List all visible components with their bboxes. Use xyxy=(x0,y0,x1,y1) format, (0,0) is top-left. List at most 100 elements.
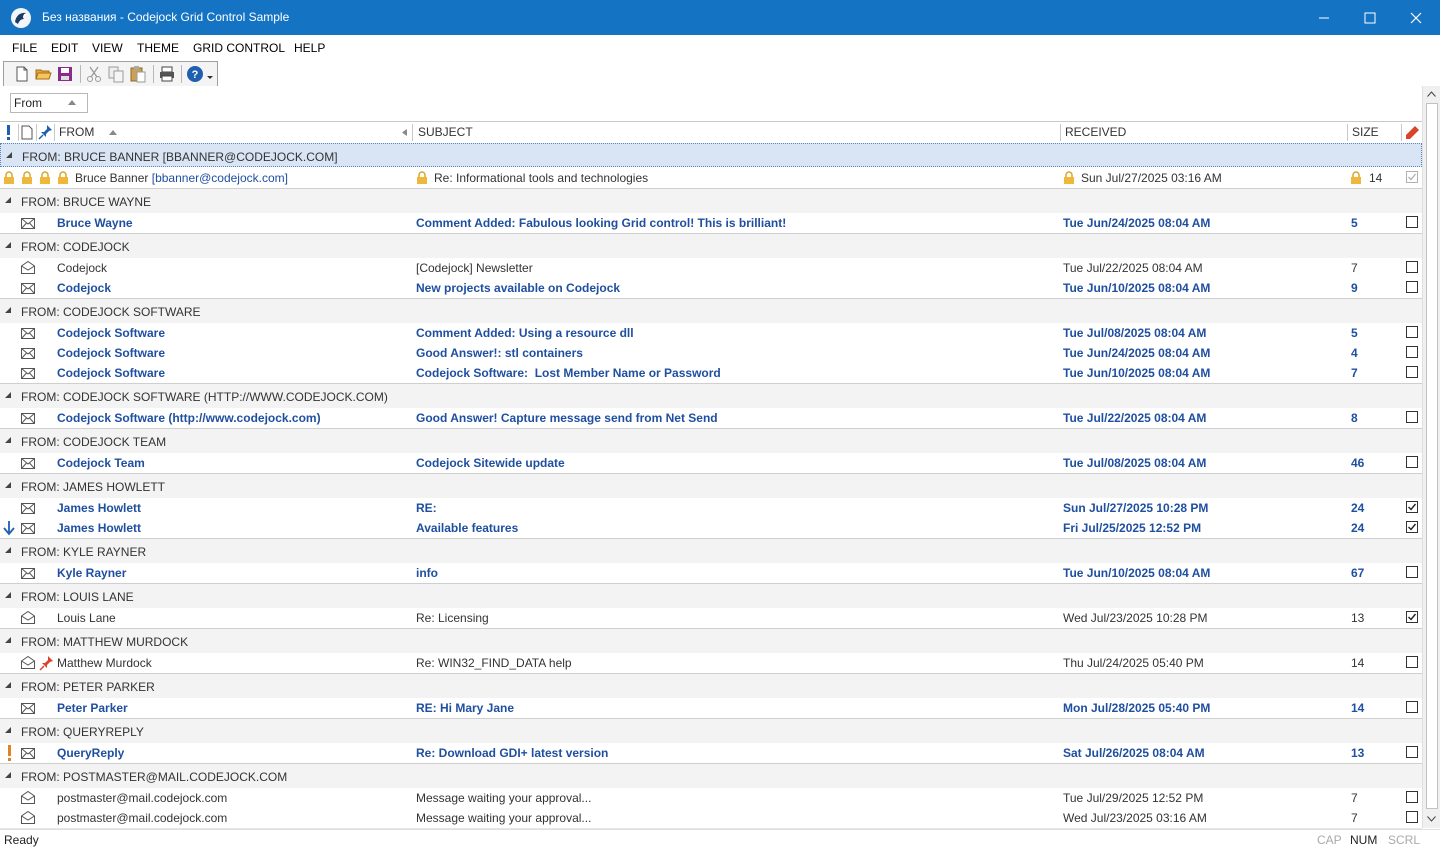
minimize-button[interactable] xyxy=(1301,0,1347,35)
email-link[interactable]: [bbanner@codejock.com] xyxy=(152,171,288,185)
checkbox[interactable] xyxy=(1406,216,1418,228)
table-row[interactable]: Matthew Murdock Re: WIN32_FIND_DATA help… xyxy=(0,653,1422,674)
table-row[interactable]: Codejock Software Good Answer!: stl cont… xyxy=(0,343,1422,364)
checkbox[interactable] xyxy=(1406,261,1418,273)
group-row[interactable]: FROM: CODEJOCK SOFTWARE xyxy=(0,298,1422,323)
group-row[interactable]: FROM: LOUIS LANE xyxy=(0,583,1422,608)
scroll-down-icon[interactable] xyxy=(1427,816,1436,822)
header-icon[interactable] xyxy=(18,122,36,143)
checkbox[interactable] xyxy=(1406,701,1418,713)
group-row[interactable]: FROM: BRUCE BANNER [BBANNER@CODEJOCK.COM… xyxy=(0,143,1422,167)
cell-from[interactable]: postmaster@mail.codejock.com xyxy=(57,811,227,825)
close-button[interactable] xyxy=(1393,0,1439,35)
collapse-icon[interactable] xyxy=(5,307,12,314)
menu-file[interactable]: FILE xyxy=(12,41,37,55)
menu-edit[interactable]: EDIT xyxy=(51,41,78,55)
collapse-icon[interactable] xyxy=(6,152,13,159)
group-row[interactable]: FROM: MATTHEW MURDOCK xyxy=(0,628,1422,653)
header-size[interactable]: SIZE xyxy=(1347,122,1401,143)
collapse-icon[interactable] xyxy=(5,197,12,204)
table-row[interactable]: Codejock [Codejock] Newsletter Tue Jul/2… xyxy=(0,258,1422,279)
table-row[interactable]: Codejock Software Comment Added: Using a… xyxy=(0,323,1422,344)
group-label: FROM: CODEJOCK SOFTWARE xyxy=(21,305,201,319)
copy-icon[interactable] xyxy=(107,65,125,83)
collapse-icon[interactable] xyxy=(5,437,12,444)
checkbox-checked-disabled[interactable] xyxy=(1406,171,1418,183)
menu-theme[interactable]: THEME xyxy=(137,41,179,55)
open-folder-icon[interactable] xyxy=(34,65,52,83)
menu-help[interactable]: HELP xyxy=(294,41,325,55)
collapse-icon[interactable] xyxy=(5,772,12,779)
group-row[interactable]: FROM: JAMES HOWLETT xyxy=(0,473,1422,498)
checkbox-checked[interactable] xyxy=(1406,611,1418,623)
table-row[interactable]: James Howlett Available features Fri Jul… xyxy=(0,518,1422,539)
checkbox[interactable] xyxy=(1406,656,1418,668)
table-row[interactable]: postmaster@mail.codejock.com Message wai… xyxy=(0,808,1422,829)
collapse-icon[interactable] xyxy=(5,592,12,599)
mail-unread-icon xyxy=(21,283,35,294)
group-by-chip-from[interactable]: From xyxy=(10,93,88,113)
scroll-up-icon[interactable] xyxy=(1427,91,1436,97)
group-row[interactable]: FROM: POSTMASTER@MAIL.CODEJOCK.COM xyxy=(0,763,1422,788)
table-row[interactable]: Bruce Wayne Comment Added: Fabulous look… xyxy=(0,213,1422,234)
group-row[interactable]: FROM: BRUCE WAYNE xyxy=(0,188,1422,213)
group-row[interactable]: FROM: QUERYREPLY xyxy=(0,718,1422,743)
save-icon[interactable] xyxy=(56,65,74,83)
checkbox[interactable] xyxy=(1406,566,1418,578)
table-row[interactable]: QueryReply Re: Download GDI+ latest vers… xyxy=(0,743,1422,764)
help-icon[interactable]: ? xyxy=(186,65,204,83)
header-flag[interactable] xyxy=(1401,122,1422,143)
header-subject[interactable]: SUBJECT xyxy=(413,122,1059,143)
checkbox[interactable] xyxy=(1406,811,1418,823)
header-importance[interactable] xyxy=(0,122,18,143)
table-row[interactable]: Peter Parker RE: Hi Mary Jane Mon Jul/28… xyxy=(0,698,1422,719)
collapse-icon[interactable] xyxy=(5,727,12,734)
table-row[interactable]: Louis Lane Re: Licensing Wed Jul/23/2025… xyxy=(0,608,1422,629)
collapse-icon[interactable] xyxy=(5,392,12,399)
table-row[interactable]: postmaster@mail.codejock.com Message wai… xyxy=(0,788,1422,809)
checkbox[interactable] xyxy=(1406,411,1418,423)
checkbox[interactable] xyxy=(1406,791,1418,803)
table-row[interactable]: Codejock New projects available on Codej… xyxy=(0,278,1422,299)
table-row[interactable]: Codejock Software (http://www.codejock.c… xyxy=(0,408,1422,429)
vertical-scrollbar[interactable] xyxy=(1422,86,1440,828)
print-icon[interactable] xyxy=(158,65,176,83)
checkbox-checked[interactable] xyxy=(1406,521,1418,533)
table-row[interactable]: Bruce Banner [bbanner@codejock.com] Re: … xyxy=(0,168,1422,189)
collapse-icon[interactable] xyxy=(5,682,12,689)
collapse-icon[interactable] xyxy=(5,242,12,249)
group-row[interactable]: FROM: CODEJOCK SOFTWARE (HTTP://WWW.CODE… xyxy=(0,383,1422,408)
collapse-icon[interactable] xyxy=(5,637,12,644)
checkbox[interactable] xyxy=(1406,746,1418,758)
collapse-icon[interactable] xyxy=(5,482,12,489)
dropdown-arrow-icon[interactable] xyxy=(206,75,214,81)
new-file-icon[interactable] xyxy=(13,65,31,83)
collapse-icon[interactable] xyxy=(5,547,12,554)
header-attachment[interactable] xyxy=(36,122,54,143)
maximize-button[interactable] xyxy=(1347,0,1393,35)
checkbox-checked[interactable] xyxy=(1406,501,1418,513)
group-row[interactable]: FROM: PETER PARKER xyxy=(0,673,1422,698)
checkbox[interactable] xyxy=(1406,326,1418,338)
checkbox[interactable] xyxy=(1406,456,1418,468)
cell-received: Wed Jul/23/2025 10:28 PM xyxy=(1063,611,1208,625)
group-row[interactable]: FROM: CODEJOCK TEAM xyxy=(0,428,1422,453)
minimize-icon xyxy=(1319,17,1329,18)
menu-grid-control[interactable]: GRID CONTROL xyxy=(193,41,285,55)
header-from[interactable]: FROM xyxy=(54,122,412,143)
table-row[interactable]: Codejock Software Codejock Software: Los… xyxy=(0,363,1422,384)
group-row[interactable]: FROM: KYLE RAYNER xyxy=(0,538,1422,563)
scrollbar-thumb[interactable] xyxy=(1426,103,1438,809)
header-received[interactable]: RECEIVED xyxy=(1060,122,1347,143)
paste-icon[interactable] xyxy=(129,65,147,83)
table-row[interactable]: Codejock Team Codejock Sitewide update T… xyxy=(0,453,1422,474)
lock-icon xyxy=(417,171,427,184)
checkbox[interactable] xyxy=(1406,366,1418,378)
cut-icon[interactable] xyxy=(85,65,103,83)
checkbox[interactable] xyxy=(1406,281,1418,293)
checkbox[interactable] xyxy=(1406,346,1418,358)
table-row[interactable]: James Howlett RE: Sun Jul/27/2025 10:28 … xyxy=(0,498,1422,519)
table-row[interactable]: Kyle Rayner info Tue Jun/10/2025 08:04 A… xyxy=(0,563,1422,584)
menu-view[interactable]: VIEW xyxy=(92,41,123,55)
group-row[interactable]: FROM: CODEJOCK xyxy=(0,233,1422,258)
